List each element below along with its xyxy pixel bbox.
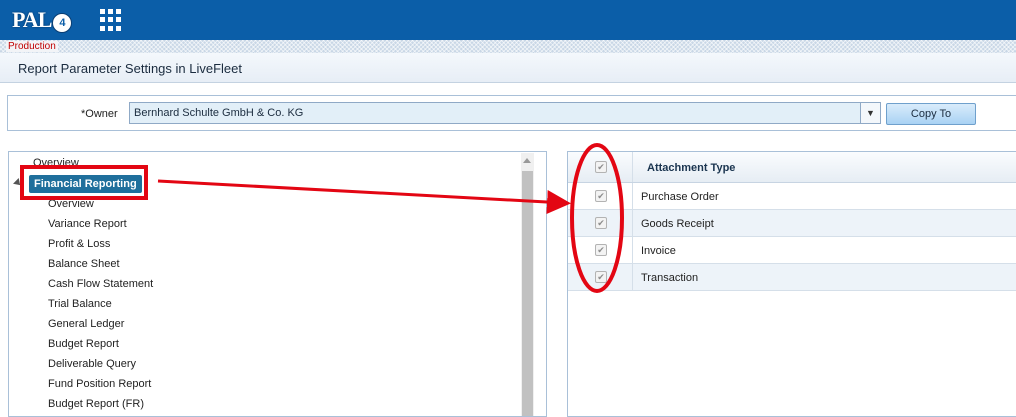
tree-item[interactable]: Variance Report	[48, 217, 153, 237]
tree-item[interactable]: Cash Flow Statement	[48, 277, 153, 297]
row-checkbox[interactable]: ✔	[595, 217, 607, 229]
tree-item[interactable]: Trial Balance	[48, 297, 153, 317]
copy-to-button[interactable]: Copy To	[886, 103, 976, 125]
row-checkbox[interactable]: ✔	[595, 244, 607, 256]
column-header-attachment-type[interactable]: Attachment Type	[647, 162, 735, 174]
tree-expand-icon[interactable]	[13, 178, 23, 188]
owner-value: Bernhard Schulte GmbH & Co. KG	[134, 107, 304, 119]
attachment-grid-panel: ✔ Attachment Type ✔ Purchase Order ✔ Goods …	[567, 151, 1016, 417]
tree-item[interactable]: General Ledger	[48, 317, 153, 337]
tree-item[interactable]: Overview	[48, 197, 153, 217]
page-title: Report Parameter Settings in LiveFleet	[18, 61, 242, 76]
tree-item[interactable]: Balance Sheet	[48, 257, 153, 277]
report-tree-panel: Overview Financial Reporting Overview Var…	[8, 151, 547, 417]
owner-panel: *Owner Bernhard Schulte GmbH & Co. KG ▼ …	[7, 95, 1016, 131]
table-row[interactable]: ✔ Transaction	[568, 264, 1016, 291]
tree-item[interactable]: Fund Position Report	[48, 377, 153, 397]
tree-item[interactable]: Budget Report (FR)	[48, 397, 153, 416]
environment-label: Production	[6, 41, 58, 52]
attachment-type-label: Invoice	[641, 245, 676, 257]
table-row[interactable]: ✔ Invoice	[568, 237, 1016, 264]
environment-bar: Production	[0, 40, 1016, 53]
attachment-type-label: Transaction	[641, 272, 699, 284]
pal-logo[interactable]: PAL 4	[12, 6, 73, 34]
header-checkbox-cell: ✔	[568, 152, 633, 182]
table-row[interactable]: ✔ Goods Receipt	[568, 210, 1016, 237]
tree-scrollbar[interactable]	[521, 153, 534, 416]
grid-header: ✔ Attachment Type	[568, 152, 1016, 183]
logo-text: PAL	[12, 7, 52, 32]
checkbox-cell: ✔	[568, 264, 633, 290]
app-header: PAL 4	[0, 0, 1016, 40]
checkbox-cell: ✔	[568, 237, 633, 263]
checkbox-cell: ✔	[568, 210, 633, 236]
row-checkbox[interactable]: ✔	[595, 190, 607, 202]
select-all-checkbox[interactable]: ✔	[595, 161, 607, 173]
scrollbar-thumb[interactable]	[522, 171, 533, 416]
tree-item-overview[interactable]: Overview	[33, 157, 79, 169]
checkbox-cell: ✔	[568, 183, 633, 209]
apps-grid-icon[interactable]	[100, 9, 122, 31]
tree-item[interactable]: Deliverable Query	[48, 357, 153, 377]
tree-children: Overview Variance Report Profit & Loss Bala…	[48, 197, 153, 416]
logo-badge: 4	[52, 13, 73, 33]
tree-item[interactable]: Profit & Loss	[48, 237, 153, 257]
owner-label: *Owner	[81, 108, 118, 120]
owner-select[interactable]: Bernhard Schulte GmbH & Co. KG ▼	[129, 102, 881, 124]
table-row[interactable]: ✔ Purchase Order	[568, 183, 1016, 210]
chevron-down-icon[interactable]: ▼	[860, 103, 880, 123]
tree-item[interactable]: Budget Report	[48, 337, 153, 357]
scroll-up-icon[interactable]	[523, 158, 531, 163]
tree-item-financial-reporting[interactable]: Financial Reporting	[29, 175, 142, 193]
page-titlebar: Report Parameter Settings in LiveFleet	[0, 53, 1016, 83]
row-checkbox[interactable]: ✔	[595, 271, 607, 283]
attachment-type-label: Goods Receipt	[641, 218, 714, 230]
attachment-type-label: Purchase Order	[641, 191, 719, 203]
